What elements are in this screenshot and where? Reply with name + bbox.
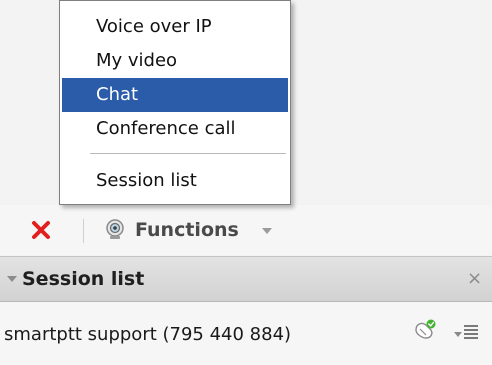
close-x-icon[interactable] bbox=[30, 219, 52, 241]
functions-menu: Voice over IP My video Chat Conference c… bbox=[59, 0, 291, 205]
session-list-title: Session list bbox=[22, 268, 145, 290]
menu-item-session-list[interactable]: Session list bbox=[62, 164, 288, 198]
phone-online-icon[interactable] bbox=[410, 316, 440, 346]
session-menu-arrow-icon[interactable] bbox=[454, 332, 462, 337]
close-icon[interactable]: × bbox=[467, 267, 482, 291]
menu-separator bbox=[90, 153, 286, 154]
chevron-down-icon[interactable] bbox=[262, 228, 272, 234]
menu-item-voice-over-ip[interactable]: Voice over IP bbox=[62, 10, 288, 44]
toolbar-divider bbox=[83, 219, 84, 243]
menu-item-my-video[interactable]: My video bbox=[62, 44, 288, 78]
webcam-icon[interactable] bbox=[104, 218, 126, 240]
functions-button[interactable]: Functions bbox=[135, 217, 239, 243]
toolbar: Functions bbox=[0, 205, 492, 255]
menu-item-chat[interactable]: Chat bbox=[62, 78, 288, 112]
session-list-header: Session list × bbox=[0, 256, 492, 302]
menu-lines-icon[interactable] bbox=[464, 324, 478, 340]
collapse-arrow-icon[interactable] bbox=[7, 276, 17, 282]
session-list-item[interactable]: smartptt support (795 440 884) bbox=[0, 302, 492, 365]
menu-item-conference-call[interactable]: Conference call bbox=[62, 112, 288, 146]
session-name: smartptt support (795 440 884) bbox=[4, 324, 292, 345]
